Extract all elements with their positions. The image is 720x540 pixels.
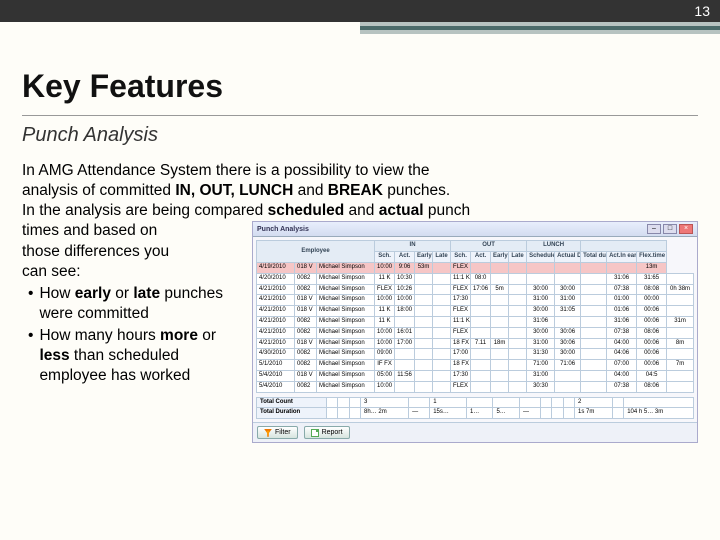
minimize-button[interactable]: –	[647, 224, 661, 234]
punch-analysis-window: Punch Analysis – □ × EmployeeINOUTLUNCHS…	[252, 221, 698, 443]
table-row: 4/20/20100082Michael Simpson11 K10:3011:…	[257, 273, 694, 284]
summary-row: Total Duration8h… 2m—15s…1…5…—1s 7m104 h…	[257, 408, 694, 419]
report-icon	[311, 429, 319, 437]
maximize-button[interactable]: □	[663, 224, 677, 234]
title-rule	[22, 115, 698, 116]
window-titlebar: Punch Analysis – □ ×	[253, 222, 697, 237]
body-text: In AMG Attendance System there is a poss…	[22, 161, 698, 443]
table-row: 4/30/20100082Michael Simpson09:0017:0031…	[257, 349, 694, 360]
summary-table: Total Count312Total Duration8h… 2m—15s…1…	[256, 397, 694, 420]
table-row: 4/19/2010018 VMichael Simpson10:009:0653…	[257, 263, 694, 274]
table-row: 5/1/20100082Michael SimpsonIF FX18 FX71:…	[257, 360, 694, 371]
page-number: 13	[694, 3, 710, 19]
table-row: 4/21/20100082Michael SimpsonFLEX10:26FLE…	[257, 284, 694, 295]
close-button[interactable]: ×	[679, 224, 693, 234]
accent-bar	[360, 22, 720, 34]
table-row: 4/21/20100082Michael Simpson10:0016:01FL…	[257, 327, 694, 338]
table-row: 4/21/2010018 VMichael Simpson10:0010:001…	[257, 295, 694, 306]
table-row: 4/21/2010018 VMichael Simpson10:0017:001…	[257, 338, 694, 349]
filter-button[interactable]: Filter	[257, 426, 298, 439]
bullet-item: •How many hours more or less than schedu…	[26, 326, 244, 386]
table-row: 4/21/2010018 VMichael Simpson11 K18:00FL…	[257, 306, 694, 317]
filter-icon	[264, 429, 272, 437]
window-title: Punch Analysis	[257, 225, 309, 234]
summary-row: Total Count312	[257, 397, 694, 408]
page-subtitle: Punch Analysis	[22, 124, 698, 147]
table-row: 5/4/2010018 VMichael Simpson05:0011:5617…	[257, 370, 694, 381]
bullet-item: •How early or late punches were committe…	[26, 284, 244, 324]
punch-analysis-table: EmployeeINOUTLUNCHSch.Act.EarlyLateSch.A…	[256, 240, 694, 392]
page-title: Key Features	[22, 68, 698, 105]
table-row: 4/21/20100082Michael Simpson11 K11:1 K31…	[257, 317, 694, 328]
table-row: 5/4/20100082Michael Simpson10:00FLEX30:3…	[257, 381, 694, 392]
report-button[interactable]: Report	[304, 426, 350, 439]
